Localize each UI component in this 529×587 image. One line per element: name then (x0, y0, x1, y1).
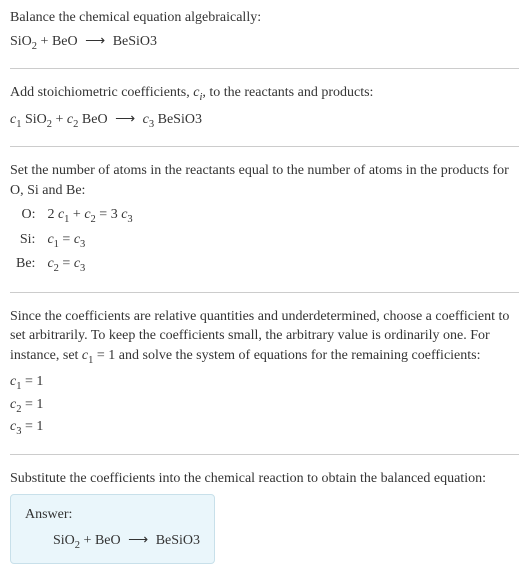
plus: + (69, 207, 84, 222)
plus: + (37, 34, 52, 49)
val: = 1 (21, 397, 43, 412)
p1: BeSiO3 (154, 112, 202, 127)
atom-label: O: (10, 204, 41, 228)
val: = 1 (21, 419, 43, 434)
section-atom-balance: Set the number of atoms in the reactants… (10, 161, 519, 278)
eq: = (59, 232, 74, 247)
eq: = 3 (96, 207, 121, 222)
atom-label: Si: (10, 229, 41, 253)
coef-line: c2 = 1 (10, 395, 519, 417)
text: SiO (10, 34, 32, 49)
divider (10, 68, 519, 69)
section-solve: Since the coefficients are relative quan… (10, 307, 519, 440)
plus: + (80, 533, 95, 548)
text: , to the reactants and products: (202, 85, 373, 100)
text: = 1 and solve the system of equations fo… (93, 348, 480, 363)
reactant-beo: BeO (52, 34, 78, 49)
atom-equation: c1 = c3 (41, 229, 138, 253)
atoms-table: O: 2 c1 + c2 = 3 c3 Si: c1 = c3 Be: c2 =… (10, 204, 139, 277)
section-coefficients: Add stoichiometric coefficients, ci, to … (10, 83, 519, 132)
table-row: Be: c2 = c3 (10, 253, 139, 277)
reactant-sio2: SiO2 (10, 34, 37, 49)
divider (10, 454, 519, 455)
val: = 1 (21, 374, 43, 389)
divider (10, 146, 519, 147)
table-row: O: 2 c1 + c2 = 3 c3 (10, 204, 139, 228)
balanced-equation: SiO2 + BeO ⟶ BeSiO3 (25, 531, 200, 553)
eq: = (59, 256, 74, 271)
answer-box: Answer: SiO2 + BeO ⟶ BeSiO3 (10, 494, 215, 564)
answer-intro: Substitute the coefficients into the che… (10, 469, 519, 489)
text: Add stoichiometric coefficients, (10, 85, 193, 100)
table-row: Si: c1 = c3 (10, 229, 139, 253)
plus: + (52, 112, 67, 127)
i: 3 (127, 214, 132, 225)
section-answer: Substitute the coefficients into the che… (10, 469, 519, 565)
coeff-intro: Add stoichiometric coefficients, ci, to … (10, 83, 519, 105)
section-intro: Balance the chemical equation algebraica… (10, 8, 519, 54)
atom-label: Be: (10, 253, 41, 277)
r2: BeO (78, 112, 107, 127)
answer-label: Answer: (25, 505, 200, 525)
r1: SiO (21, 112, 46, 127)
divider (10, 292, 519, 293)
atom-equation: c2 = c3 (41, 253, 138, 277)
i: 3 (80, 263, 85, 274)
coeff-equation: c1 SiO2 + c2 BeO ⟶ c3 BeSiO3 (10, 110, 519, 132)
reactant-sio2: SiO2 (53, 533, 80, 548)
arrow-icon: ⟶ (115, 112, 135, 127)
reactant-beo: BeO (95, 533, 121, 548)
product-besio3: BeSiO3 (156, 533, 200, 548)
text: SiO (53, 533, 75, 548)
atom-equation: 2 c1 + c2 = 3 c3 (41, 204, 138, 228)
coef-line: c1 = 1 (10, 372, 519, 394)
text: 2 (47, 207, 58, 222)
solve-intro: Since the coefficients are relative quan… (10, 307, 519, 369)
coef-list: c1 = 1 c2 = 1 c3 = 1 (10, 372, 519, 439)
arrow-icon: ⟶ (85, 34, 105, 49)
i: 3 (80, 239, 85, 250)
product-besio3: BeSiO3 (113, 34, 157, 49)
intro-text: Balance the chemical equation algebraica… (10, 8, 519, 28)
coef-line: c3 = 1 (10, 417, 519, 439)
arrow-icon: ⟶ (128, 533, 148, 548)
atom-intro: Set the number of atoms in the reactants… (10, 161, 519, 200)
unbalanced-equation: SiO2 + BeO ⟶ BeSiO3 (10, 32, 519, 54)
